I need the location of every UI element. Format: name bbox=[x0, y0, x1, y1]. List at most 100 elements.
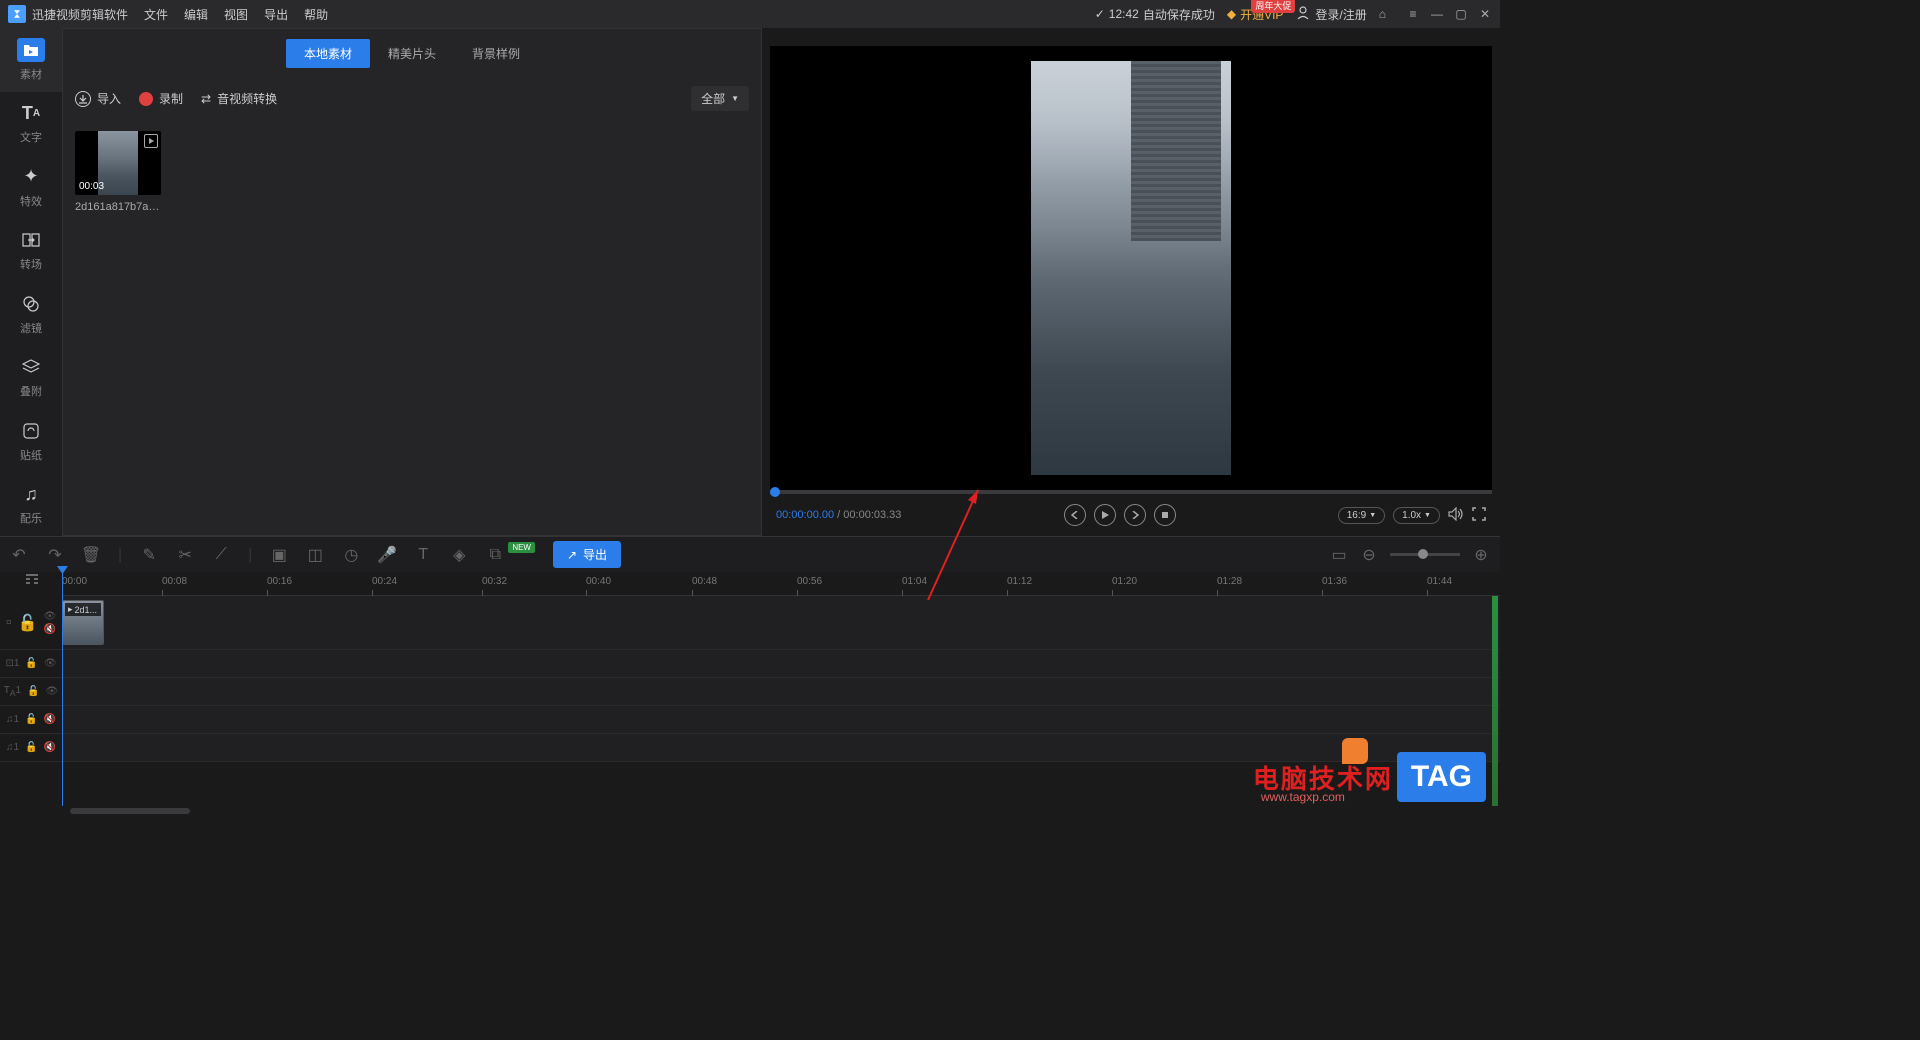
zoom-in-icon[interactable]: ⊕ bbox=[1472, 546, 1490, 564]
lock-icon[interactable]: 🔓 bbox=[18, 613, 38, 633]
sidebar-item-music[interactable]: ♫ 配乐 bbox=[0, 473, 62, 537]
menu-export[interactable]: 导出 bbox=[264, 6, 288, 23]
filter-dropdown[interactable]: 全部 ▼ bbox=[691, 86, 749, 111]
playhead[interactable] bbox=[62, 572, 63, 816]
sidebar-label-overlay: 叠附 bbox=[20, 383, 42, 399]
scrubber-handle[interactable] bbox=[770, 487, 780, 497]
sidebar-item-overlay[interactable]: 叠附 bbox=[0, 346, 62, 410]
sidebar-item-effects[interactable]: ✦ 特效 bbox=[0, 155, 62, 219]
preview-scrubber[interactable] bbox=[770, 490, 1492, 494]
close-icon[interactable]: ✕ bbox=[1478, 7, 1492, 21]
tab-intro-templates[interactable]: 精美片头 bbox=[370, 39, 454, 68]
magnet-icon[interactable] bbox=[24, 574, 40, 593]
home-icon[interactable]: ⌂ bbox=[1379, 7, 1386, 21]
minimize-icon[interactable]: ― bbox=[1430, 7, 1444, 21]
sidebar-item-sticker[interactable]: 贴纸 bbox=[0, 409, 62, 473]
timeline-scrollbar[interactable] bbox=[62, 806, 1500, 816]
timeline-clip[interactable]: ▸ 2d1... bbox=[62, 600, 104, 645]
link-icon bbox=[17, 419, 45, 443]
audio-track-icon: ♫1 bbox=[6, 742, 19, 753]
ruler-tick: 01:20 bbox=[1112, 576, 1137, 587]
lock-icon[interactable]: 🔓 bbox=[25, 658, 37, 669]
sidebar-item-text[interactable]: TA 文字 bbox=[0, 92, 62, 156]
lock-icon[interactable]: 🔓 bbox=[27, 686, 39, 697]
text-tool-icon[interactable]: T bbox=[414, 546, 432, 564]
delete-icon[interactable]: 🗑 bbox=[82, 546, 100, 564]
sidebar-item-transition[interactable]: 转场 bbox=[0, 219, 62, 283]
audio-track-1[interactable]: ♫1🔓🔇 bbox=[0, 706, 1500, 734]
chevron-down-icon: ▼ bbox=[731, 94, 739, 103]
chevron-down-icon: ▼ bbox=[1369, 512, 1376, 519]
export-button[interactable]: ↗ 导出 bbox=[553, 541, 621, 568]
ruler-tick: 00:56 bbox=[797, 576, 822, 587]
zoom-slider[interactable] bbox=[1390, 553, 1460, 556]
menu-file[interactable]: 文件 bbox=[144, 6, 168, 23]
maximize-icon[interactable]: ▢ bbox=[1454, 7, 1468, 21]
tab-background-samples[interactable]: 背景样例 bbox=[454, 39, 538, 68]
import-button[interactable]: 导入 bbox=[75, 90, 121, 107]
keyframe-icon[interactable]: ◈ bbox=[450, 546, 468, 564]
fullscreen-icon[interactable] bbox=[1472, 507, 1486, 524]
new-badge: NEW bbox=[508, 542, 535, 553]
music-icon: ♫ bbox=[17, 482, 45, 506]
preview-controls: 00:00:00.00 / 00:00:03.33 16:9 ▼ 1.0x ▼ bbox=[762, 494, 1500, 536]
adjust-icon[interactable]: ◫ bbox=[306, 546, 324, 564]
media-clip[interactable]: 00:03 2d161a817b7a2c... bbox=[75, 131, 161, 213]
ruler-tick: 00:16 bbox=[267, 576, 292, 587]
video-track[interactable]: ▫ 🔓 👁 🔇 ▸ 2d1... bbox=[0, 596, 1500, 650]
menu-view[interactable]: 视图 bbox=[224, 6, 248, 23]
display-mode-icon[interactable]: ▭ bbox=[1330, 546, 1348, 564]
pip-track[interactable]: ⊡1🔓👁 bbox=[0, 650, 1500, 678]
copy-icon[interactable]: ⧉ bbox=[486, 546, 504, 564]
convert-button[interactable]: ⇄ 音视频转换 bbox=[201, 90, 277, 107]
vip-button[interactable]: ◆ 开通VIP 周年大促 bbox=[1227, 6, 1284, 23]
timeline-ruler[interactable]: 00:00 00:08 00:16 00:24 00:32 00:40 00:4… bbox=[62, 572, 1500, 596]
mute-icon[interactable]: 🔇 bbox=[44, 742, 56, 753]
login-button[interactable]: 登录/注册 bbox=[1295, 5, 1366, 24]
convert-icon: ⇄ bbox=[201, 92, 211, 106]
clip-name: 2d161a817b7a2c... bbox=[75, 201, 161, 213]
export-icon: ↗ bbox=[567, 548, 577, 562]
scrollbar-thumb[interactable] bbox=[70, 808, 190, 814]
speed-dropdown[interactable]: 1.0x ▼ bbox=[1393, 507, 1440, 524]
speed-icon[interactable]: ◷ bbox=[342, 546, 360, 564]
stop-button[interactable] bbox=[1154, 504, 1176, 526]
sparkle-icon: ✦ bbox=[17, 165, 45, 189]
split-icon[interactable]: ✂ bbox=[176, 546, 194, 564]
crop-icon[interactable]: ✎ bbox=[140, 546, 158, 564]
video-track-icon: ▫ bbox=[6, 614, 12, 632]
voice-icon[interactable]: 🎤 bbox=[378, 546, 396, 564]
visible-icon[interactable]: 👁 bbox=[44, 658, 57, 669]
next-frame-button[interactable] bbox=[1124, 504, 1146, 526]
record-button[interactable]: 录制 bbox=[139, 90, 183, 107]
text-track[interactable]: TA1 🔓 👁 bbox=[0, 678, 1500, 706]
visible-icon[interactable]: 👁 bbox=[45, 686, 58, 697]
folder-icon bbox=[17, 38, 45, 62]
zoom-out-icon[interactable]: ⊖ bbox=[1360, 546, 1378, 564]
play-button[interactable] bbox=[1094, 504, 1116, 526]
aspect-ratio-dropdown[interactable]: 16:9 ▼ bbox=[1338, 507, 1385, 524]
freeze-icon[interactable]: ▣ bbox=[270, 546, 288, 564]
menu-edit[interactable]: 编辑 bbox=[184, 6, 208, 23]
sidebar-item-media[interactable]: 素材 bbox=[0, 28, 62, 92]
undo-icon[interactable]: ↶ bbox=[10, 546, 28, 564]
layers-icon bbox=[17, 355, 45, 379]
aspect-label: 16:9 bbox=[1347, 510, 1366, 521]
mute-icon[interactable]: 🔇 bbox=[44, 714, 56, 725]
mute-icon[interactable]: 🔇 bbox=[43, 624, 56, 635]
redo-icon[interactable]: ↷ bbox=[46, 546, 64, 564]
sidebar-item-filter[interactable]: 滤镜 bbox=[0, 282, 62, 346]
prev-frame-button[interactable] bbox=[1064, 504, 1086, 526]
trim-icon[interactable]: ⟋ bbox=[212, 546, 230, 564]
zoom-handle[interactable] bbox=[1418, 549, 1428, 559]
lock-icon[interactable]: 🔓 bbox=[25, 714, 37, 725]
hamburger-icon[interactable]: ≡ bbox=[1406, 7, 1420, 21]
lock-icon[interactable]: 🔓 bbox=[25, 742, 37, 753]
menu-help[interactable]: 帮助 bbox=[304, 6, 328, 23]
preview-video[interactable] bbox=[770, 46, 1492, 490]
record-icon bbox=[139, 92, 153, 106]
visible-icon[interactable]: 👁 bbox=[43, 611, 56, 622]
tab-local-media[interactable]: 本地素材 bbox=[286, 39, 370, 68]
volume-icon[interactable] bbox=[1448, 507, 1464, 524]
text-track-icon: TA1 bbox=[4, 685, 21, 698]
